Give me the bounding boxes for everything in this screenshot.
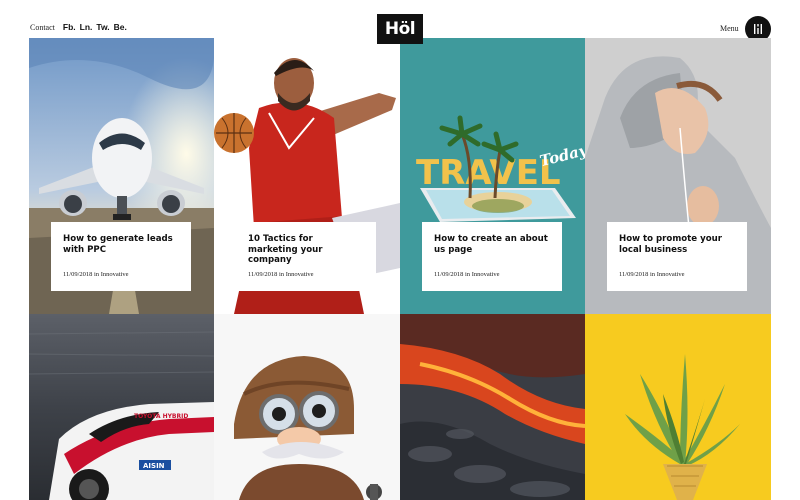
- site-logo[interactable]: Höl: [377, 14, 423, 44]
- post-date: 11/09/2018: [248, 271, 278, 278]
- post-meta: 11/09/2018 in Innovative: [63, 271, 128, 278]
- post-meta: 11/09/2018 in Innovative: [619, 271, 684, 278]
- post-card[interactable]: How to create an about us page 11/09/201…: [422, 222, 562, 291]
- post-meta: 11/09/2018 in Innovative: [434, 271, 499, 278]
- post-title[interactable]: How to generate leads with PPC: [63, 234, 179, 255]
- post-tile[interactable]: [585, 314, 771, 500]
- post-category[interactable]: Innovative: [286, 271, 314, 278]
- contact-link[interactable]: Contact: [30, 23, 55, 32]
- post-tile[interactable]: How to promote your local business 11/09…: [585, 38, 771, 314]
- post-date: 11/09/2018: [434, 271, 464, 278]
- post-meta-in: in: [94, 271, 100, 278]
- post-tile[interactable]: TOYOTA HYBRID AISIN: [29, 314, 214, 500]
- post-tile[interactable]: [400, 314, 585, 500]
- post-tile[interactable]: [214, 314, 400, 500]
- social-link-linkedin[interactable]: Ln.: [80, 22, 93, 32]
- post-tile[interactable]: How to generate leads with PPC 11/09/201…: [29, 38, 214, 314]
- menu-dots-icon: [754, 24, 762, 34]
- race-car-photo: TOYOTA HYBRID AISIN: [29, 314, 214, 500]
- social-links: Fb. Ln. Tw. Be.: [63, 22, 127, 32]
- post-category[interactable]: Innovative: [101, 271, 129, 278]
- social-link-behance[interactable]: Be.: [114, 22, 127, 32]
- post-date: 11/09/2018: [63, 271, 93, 278]
- post-meta: 11/09/2018 in Innovative: [248, 271, 313, 278]
- header-nav-left: Contact Fb. Ln. Tw. Be.: [30, 22, 127, 32]
- social-link-facebook[interactable]: Fb.: [63, 22, 76, 32]
- car-livery-text: TOYOTA HYBRID: [134, 413, 188, 420]
- post-meta-in: in: [465, 271, 471, 278]
- post-tile[interactable]: TRAVEL Today How to create an about us p…: [400, 38, 585, 314]
- post-card[interactable]: How to promote your local business 11/09…: [607, 222, 747, 291]
- post-category[interactable]: Innovative: [657, 271, 685, 278]
- post-card[interactable]: 10 Tactics for marketing your company 11…: [236, 222, 376, 291]
- pineapple-photo: [585, 314, 771, 500]
- post-meta-in: in: [650, 271, 656, 278]
- post-tile[interactable]: 10 Tactics for marketing your company 11…: [214, 38, 400, 314]
- post-card[interactable]: How to generate leads with PPC 11/09/201…: [51, 222, 191, 291]
- lava-field-photo: [400, 314, 585, 500]
- aviator-character-illustration: [214, 314, 400, 500]
- post-date: 11/09/2018: [619, 271, 649, 278]
- car-sponsor-text: AISIN: [143, 462, 165, 470]
- post-title[interactable]: 10 Tactics for marketing your company: [248, 234, 364, 266]
- post-title[interactable]: How to create an about us page: [434, 234, 550, 255]
- social-link-twitter[interactable]: Tw.: [96, 22, 109, 32]
- post-category[interactable]: Innovative: [472, 271, 500, 278]
- menu-link[interactable]: Menu: [720, 24, 739, 33]
- post-meta-in: in: [279, 271, 285, 278]
- post-title[interactable]: How to promote your local business: [619, 234, 735, 255]
